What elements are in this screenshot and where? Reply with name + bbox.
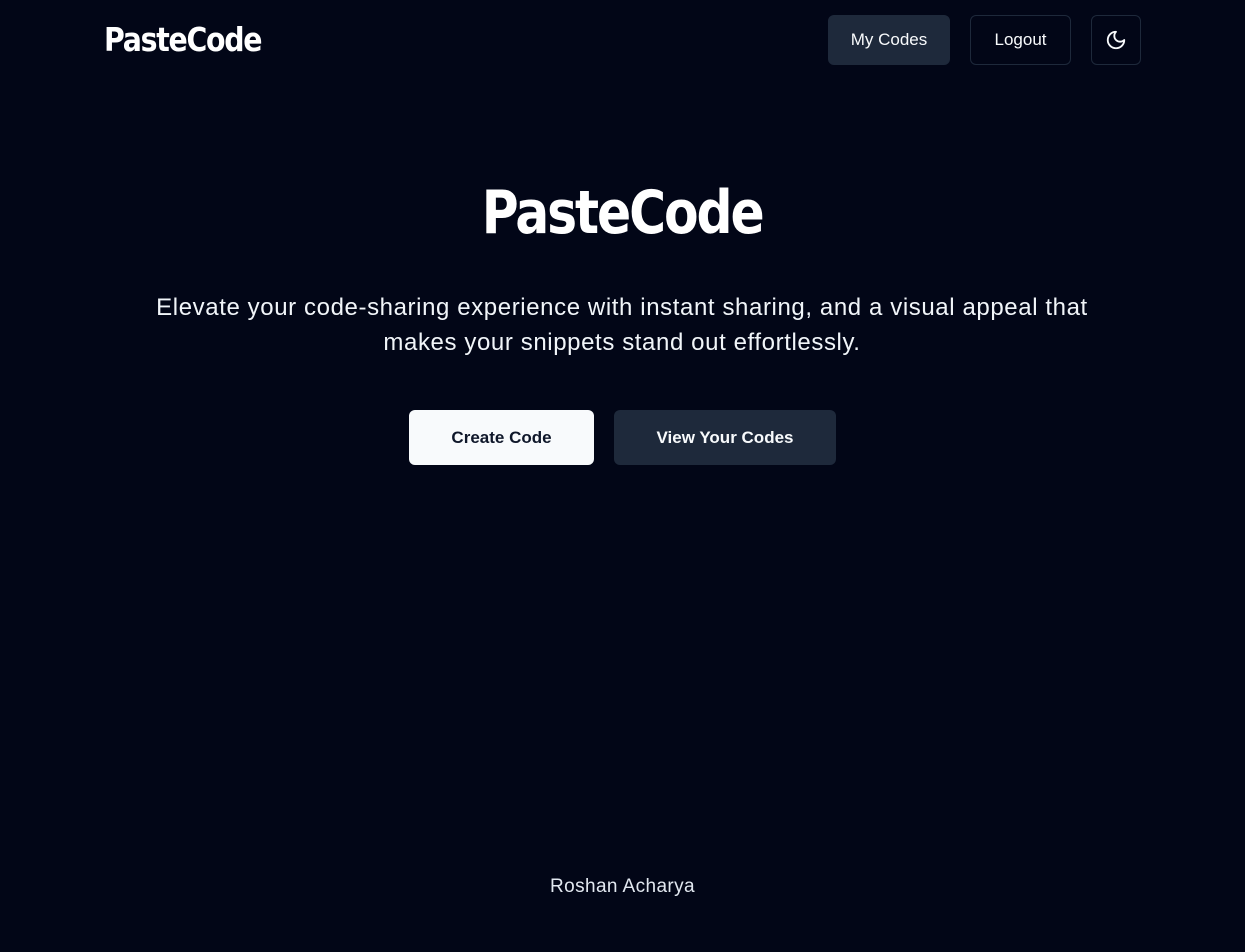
top-nav: PasteCode My Codes Logout [0,0,1245,80]
view-your-codes-button[interactable]: View Your Codes [614,410,836,465]
hero-title: PasteCode [0,175,1245,251]
create-code-button[interactable]: Create Code [409,410,594,465]
logo[interactable]: PasteCode [104,17,262,63]
my-codes-button[interactable]: My Codes [828,15,950,65]
logout-button[interactable]: Logout [970,15,1071,65]
footer-author: Roshan Acharya [549,876,696,897]
hero-subtitle: Elevate your code-sharing experience wit… [156,294,1088,356]
moon-icon [1105,29,1127,51]
theme-toggle-button[interactable] [1091,15,1141,65]
hero-title-text: PasteCode [482,178,765,248]
